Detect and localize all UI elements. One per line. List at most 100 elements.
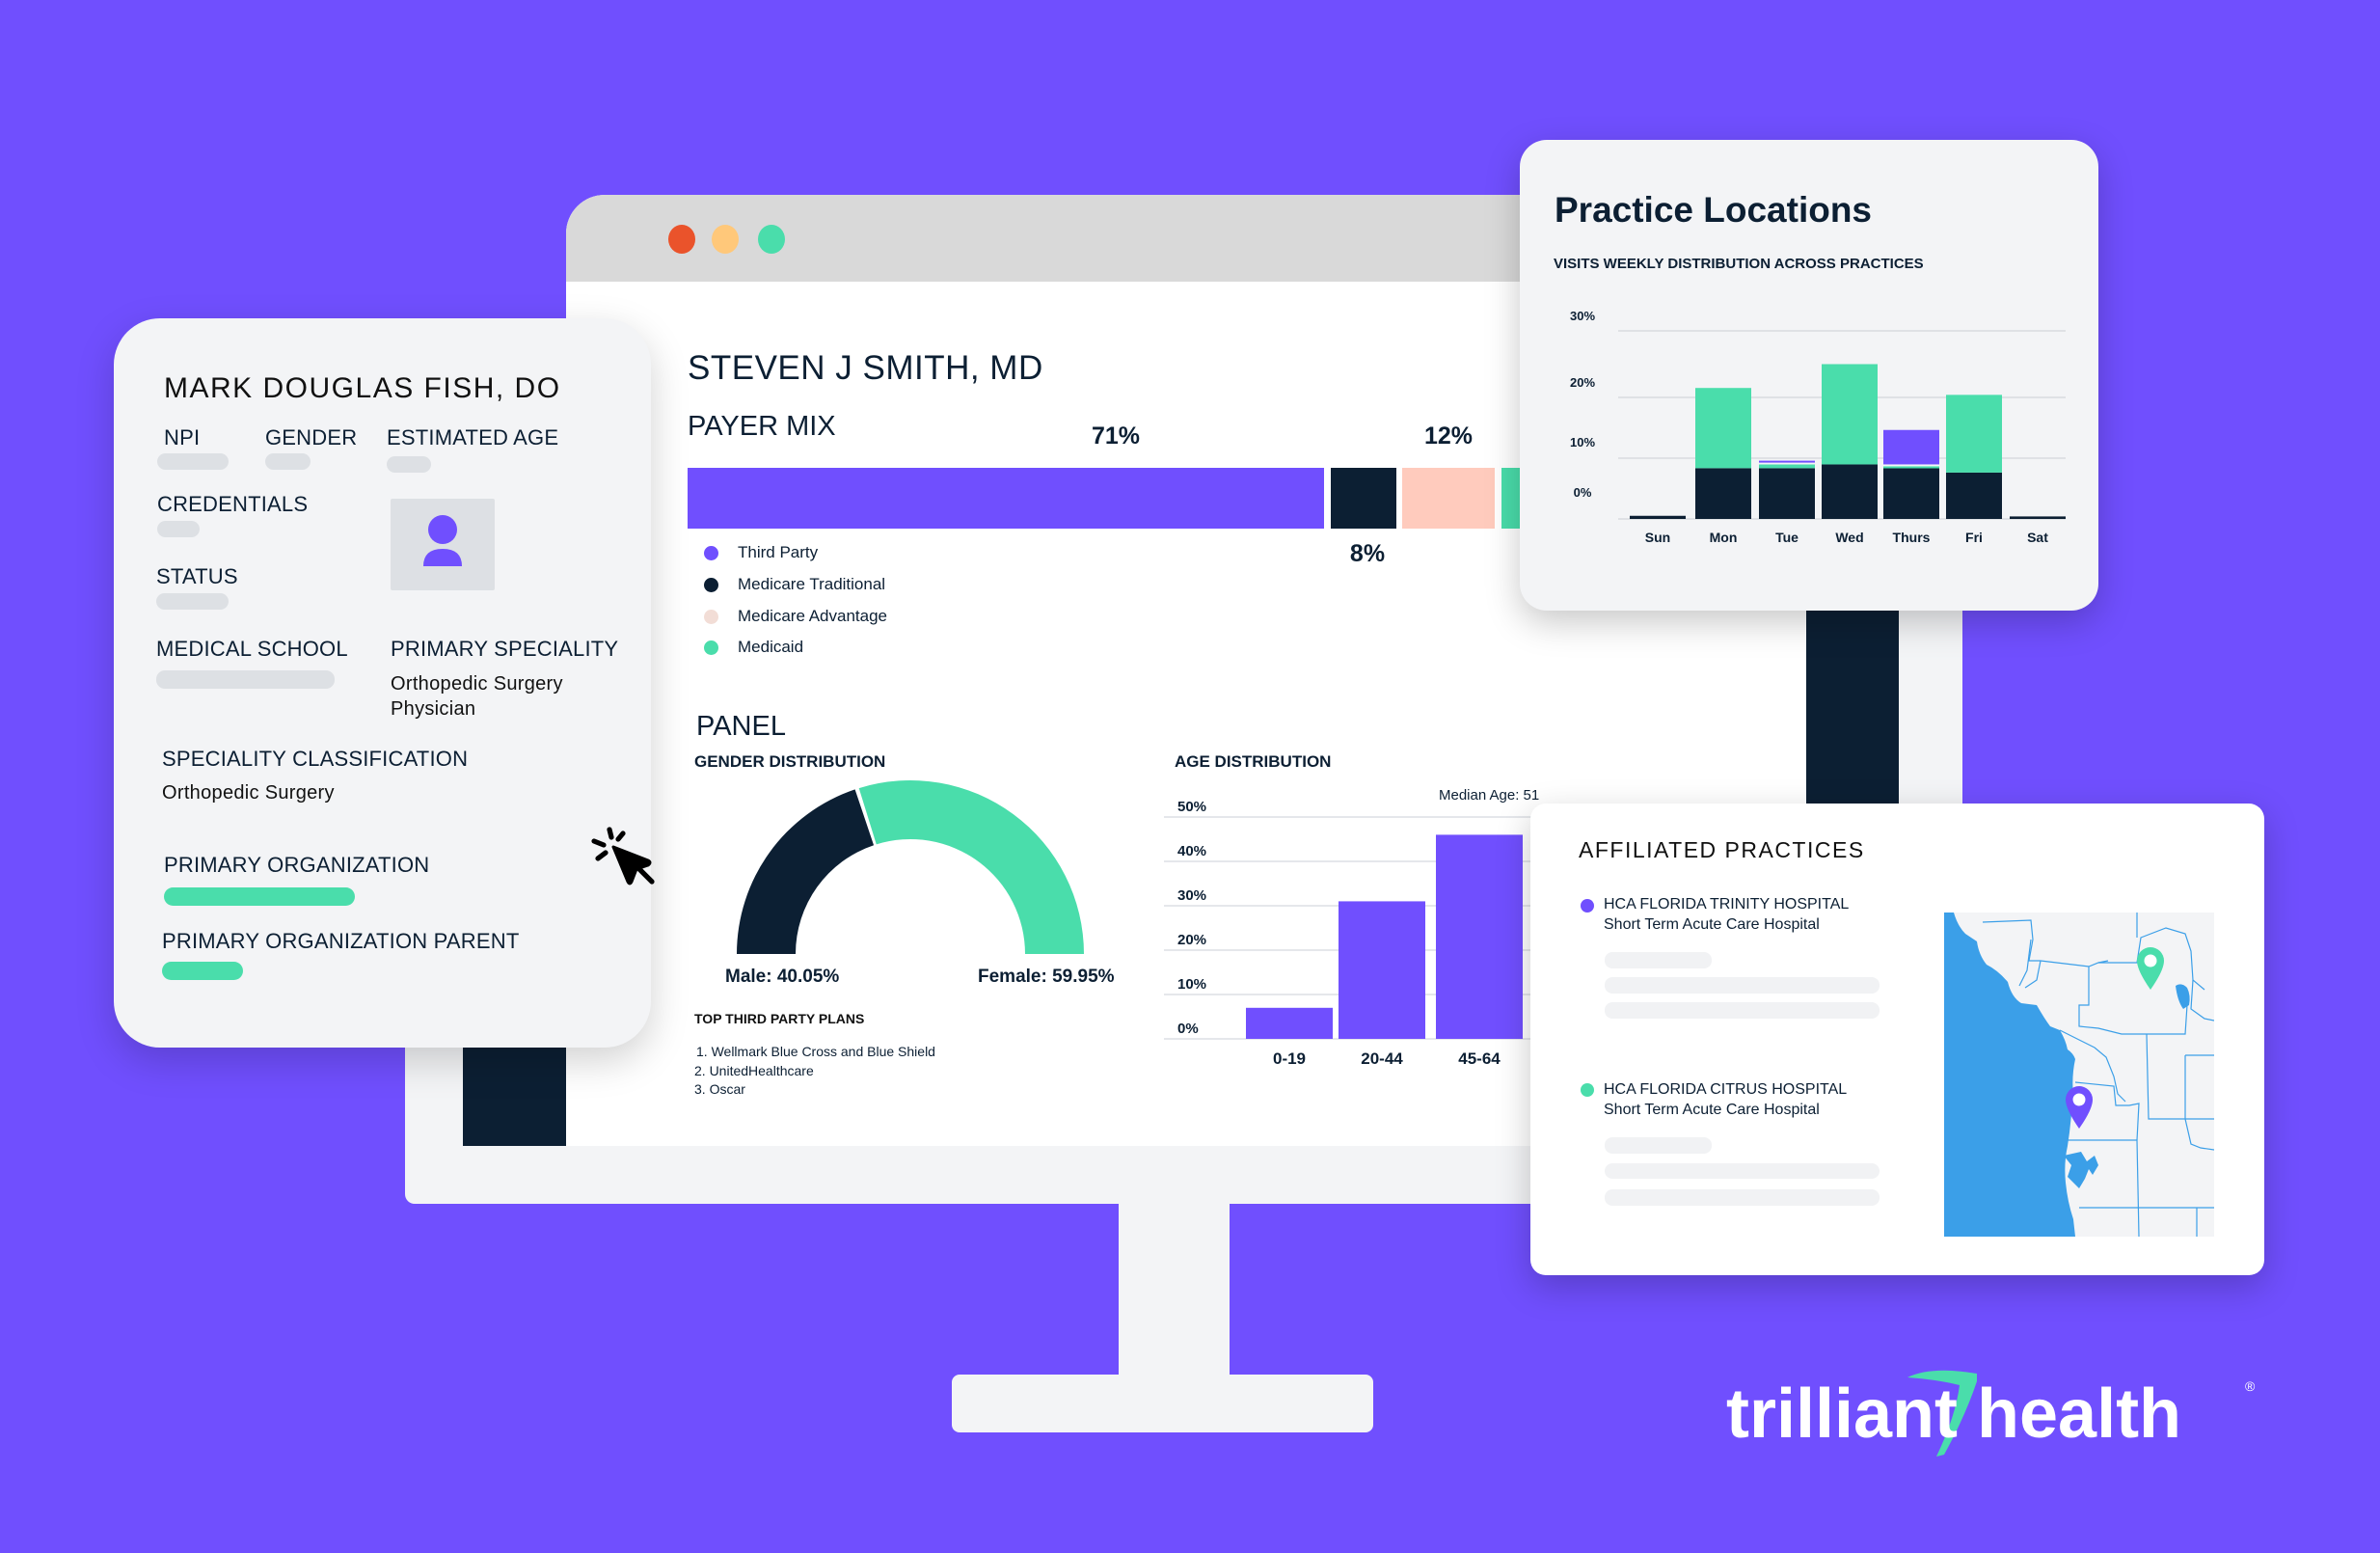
age-distribution-title: AGE DISTRIBUTION xyxy=(1175,752,1332,771)
monitor-stand-neck xyxy=(1119,1203,1230,1376)
legend-label: Medicaid xyxy=(738,638,804,656)
practice-map[interactable] xyxy=(1944,913,2214,1237)
female-percentage-label: Female: 59.95% xyxy=(978,967,1115,987)
weekly-xtick-label: Mon xyxy=(1710,530,1738,545)
weekly-xtick-label: Sat xyxy=(2027,530,2048,545)
age-ytick-label: 10% xyxy=(1177,976,1206,993)
practice-detail-placeholder xyxy=(1605,1189,1880,1206)
affiliated-practices-title: AFFILIATED PRACTICES xyxy=(1579,837,1865,862)
practice-locations-card: Practice Locations VISITS WEEKLY DISTRIB… xyxy=(1520,140,2098,611)
practice-type: Short Term Acute Care Hospital xyxy=(1604,1102,1820,1118)
weekly-bar-Tue-green[interactable] xyxy=(1759,464,1815,469)
plan-item: 2. UnitedHealthcare xyxy=(694,1063,814,1078)
weekly-bar-Tue-purple[interactable] xyxy=(1759,460,1815,463)
legend-dot-icon xyxy=(704,609,718,624)
weekly-visits-chart: 0% 10% 20% 30% Sun Mon Tue Wed Thurs Fri Sat xyxy=(1570,309,2066,545)
practice-name[interactable]: HCA FLORIDA TRINITY HOSPITAL xyxy=(1604,896,1849,913)
close-window-button[interactable] xyxy=(668,225,695,254)
provider-name: STEVEN J SMITH, MD xyxy=(688,349,1043,387)
payer-label-medicare-advantage: 12% xyxy=(1423,422,1474,450)
primary-organization-parent-label: PRIMARY ORGANIZATION PARENT xyxy=(162,929,520,953)
minimize-window-button[interactable] xyxy=(712,225,739,254)
legend-dot-icon xyxy=(704,545,718,560)
payer-label-medicare-traditional: 8% xyxy=(1349,540,1386,567)
weekly-bar-Thurs-navy[interactable] xyxy=(1883,468,1939,519)
legend-label: Third Party xyxy=(738,543,819,561)
trilliant-health-logo: trilliant health ® xyxy=(1726,1370,2256,1457)
weekly-bar-Thurs-purple[interactable] xyxy=(1883,429,1939,465)
practice-dot-icon xyxy=(1581,1083,1594,1097)
medical-school-label: MEDICAL SCHOOL xyxy=(156,637,348,661)
weekly-ytick-label: 10% xyxy=(1570,435,1595,450)
age-ytick-label: 40% xyxy=(1177,843,1206,859)
npi-label: NPI xyxy=(164,425,201,450)
primary-speciality-value: Orthopedic Surgery xyxy=(391,673,563,695)
practice-detail-placeholder xyxy=(1605,952,1712,968)
credentials-value-placeholder xyxy=(157,521,200,537)
avatar xyxy=(391,499,495,590)
weekly-bar-Mon-navy[interactable] xyxy=(1695,468,1751,519)
weekly-bar-Sat-navy[interactable] xyxy=(2010,516,2066,519)
registered-mark: ® xyxy=(2245,1378,2256,1394)
monitor-stand-base xyxy=(952,1375,1373,1432)
practice-dot-icon xyxy=(1581,899,1594,913)
speciality-classification-label: SPECIALITY CLASSIFICATION xyxy=(162,747,469,771)
primary-speciality-label: PRIMARY SPECIALITY xyxy=(391,637,619,661)
practice-name[interactable]: HCA FLORIDA CITRUS HOSPITAL xyxy=(1604,1081,1847,1099)
gender-half-donut-chart xyxy=(737,780,1084,954)
top-plans-title: TOP THIRD PARTY PLANS xyxy=(694,1011,865,1026)
weekly-bar-Fri-navy[interactable] xyxy=(1946,472,2002,519)
status-label: STATUS xyxy=(156,564,238,588)
weekly-bar-Fri-green[interactable] xyxy=(1946,395,2002,473)
speciality-classification-value: Orthopedic Surgery xyxy=(162,782,335,804)
legend-item-medicare-traditional: Medicare Traditional xyxy=(704,575,885,594)
age-xtick-label: 0-19 xyxy=(1273,1049,1306,1068)
age-bar-20-44[interactable] xyxy=(1339,901,1425,1039)
maximize-window-button[interactable] xyxy=(758,225,785,254)
donut-segment-male[interactable] xyxy=(737,789,875,954)
weekly-bar-Wed-green[interactable] xyxy=(1822,364,1878,465)
panel-title: PANEL xyxy=(696,711,786,742)
practice-detail-placeholder xyxy=(1605,1137,1712,1154)
legend-item-medicare-advantage: Medicare Advantage xyxy=(704,607,887,626)
primary-organization-value[interactable] xyxy=(164,887,355,906)
provider-card-name: MARK DOUGLAS FISH, DO xyxy=(164,372,561,404)
legend-dot-icon xyxy=(704,640,718,655)
primary-organization-label[interactable]: PRIMARY ORGANIZATION xyxy=(164,853,429,878)
age-bar-0-19[interactable] xyxy=(1246,1007,1333,1039)
weekly-bar-Tue-navy[interactable] xyxy=(1759,468,1815,519)
payer-label-third-party: 71% xyxy=(1091,422,1141,450)
age-bar-45-64[interactable] xyxy=(1436,834,1523,1039)
weekly-xtick-label: Thurs xyxy=(1893,530,1931,545)
credentials-label: CREDENTIALS xyxy=(157,492,309,516)
gender-label: GENDER xyxy=(265,425,358,450)
weekly-bar-Thurs-green[interactable] xyxy=(1883,466,1939,469)
age-xtick-label: 45-64 xyxy=(1458,1049,1501,1068)
weekly-bar-Mon-green[interactable] xyxy=(1695,388,1751,469)
legend-label: Medicare Advantage xyxy=(738,607,887,625)
plan-item: 3. Oscar xyxy=(694,1081,745,1097)
primary-speciality-value-line2: Physician xyxy=(391,698,476,720)
age-ytick-label: 50% xyxy=(1177,799,1206,815)
weekly-xtick-label: Sun xyxy=(1645,530,1670,545)
payer-mix-title: PAYER MIX xyxy=(688,411,836,442)
payer-bar-medicare-advantage[interactable] xyxy=(1402,468,1495,529)
plan-item: 1. Wellmark Blue Cross and Blue Shield xyxy=(696,1044,935,1059)
payer-bar-medicare-traditional[interactable] xyxy=(1331,468,1396,529)
weekly-bar-Sun-navy[interactable] xyxy=(1630,515,1686,519)
npi-value-placeholder xyxy=(157,453,229,470)
status-value-placeholder xyxy=(156,593,229,610)
legend-label: Medicare Traditional xyxy=(738,575,886,593)
payer-bar-third-party[interactable] xyxy=(688,468,1324,529)
provider-profile-card: MARK DOUGLAS FISH, DO NPI GENDER ESTIMAT… xyxy=(114,318,655,1048)
age-ytick-label: 0% xyxy=(1177,1021,1199,1037)
gender-distribution-title: GENDER DISTRIBUTION xyxy=(694,752,886,771)
weekly-xtick-label: Fri xyxy=(1965,530,1983,545)
male-percentage-label: Male: 40.05% xyxy=(725,967,840,987)
weekly-bar-Wed-navy[interactable] xyxy=(1822,464,1878,519)
legend-item-medicaid: Medicaid xyxy=(704,638,803,657)
practice-detail-placeholder xyxy=(1605,1163,1880,1179)
weekly-xtick-label: Tue xyxy=(1775,530,1799,545)
gender-value-placeholder xyxy=(265,453,311,470)
donut-segment-female[interactable] xyxy=(858,780,1084,954)
